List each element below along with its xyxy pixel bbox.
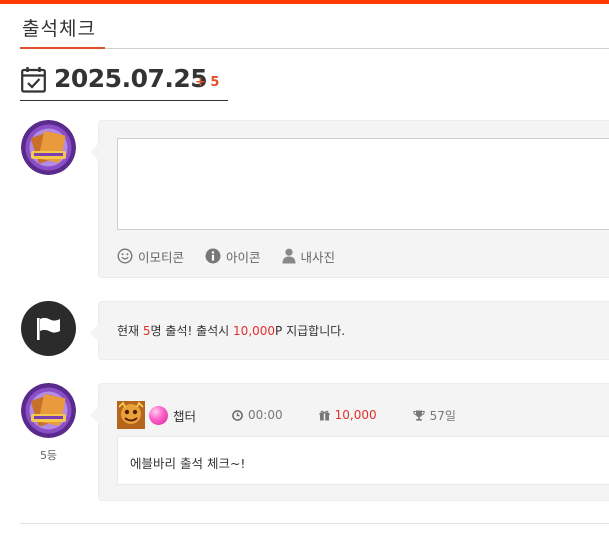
- notice-avatar: [21, 301, 76, 356]
- comment-input[interactable]: [117, 138, 609, 230]
- clock-icon: [232, 409, 243, 421]
- icon-label: 아이콘: [226, 249, 261, 265]
- attendance-notice: 현재 5명 출석! 출석시 10,000P 지급합니다.: [90, 301, 609, 360]
- entry-header: 챕터 00:00 10,000 57일: [117, 400, 492, 430]
- my-avatar: [21, 120, 76, 175]
- date-header: 2025.07.25 + 5: [20, 62, 228, 101]
- attendance-date: 2025.07.25: [54, 64, 208, 93]
- flag-icon: [37, 317, 60, 340]
- page-title: 출석체크: [22, 18, 96, 40]
- notice-text: 현재 5명 출석! 출석시 10,000P 지급합니다.: [117, 324, 346, 338]
- list-divider: [20, 523, 609, 524]
- attendance-rank: 5등: [39, 449, 58, 462]
- comment-bubble: 에블바리 출석 체크~!: [117, 436, 609, 485]
- points-value: 10,000: [334, 408, 377, 422]
- emoticon-button[interactable]: 이모티콘: [117, 247, 184, 266]
- page-header: 출석체크: [20, 4, 609, 49]
- comment-text: 에블바리 출석 체크~!: [130, 456, 246, 471]
- icon-button[interactable]: 아이콘: [205, 247, 261, 266]
- date-increment: + 5: [195, 75, 220, 90]
- smiley-icon: [117, 248, 133, 264]
- trophy-icon: [412, 410, 425, 421]
- my-photo-button[interactable]: 내사진: [282, 247, 336, 266]
- earned-points: 10,000: [319, 408, 377, 422]
- guild-emblem-avatar: [21, 120, 76, 175]
- attendance-time: 00:00: [232, 408, 283, 422]
- page-title-underline: [20, 47, 105, 49]
- pink-orb-icon: [149, 405, 168, 425]
- my-photo-label: 내사진: [300, 249, 336, 265]
- gift-icon: [319, 410, 330, 420]
- reward-points: 10,000: [233, 324, 276, 338]
- comment-composer: 이모티콘 아이콘 내사진: [90, 120, 609, 278]
- composer-toolbar: 이모티콘 아이콘 내사진: [117, 247, 356, 265]
- calendar-check-icon: [21, 67, 46, 93]
- attendee-count: 5: [142, 324, 151, 338]
- person-icon: [282, 248, 296, 264]
- attendance-streak: 57일: [412, 407, 456, 424]
- info-icon: [205, 248, 221, 264]
- emoticon-label: 이모티콘: [138, 249, 185, 265]
- user-level-icon: [117, 401, 145, 429]
- time-value: 00:00: [248, 408, 283, 422]
- streak-value: 57일: [429, 408, 456, 423]
- user-name[interactable]: 챕터: [173, 406, 196, 425]
- entry-avatar[interactable]: [21, 383, 76, 438]
- attendance-entry: 챕터 00:00 10,000 57일 에블바리 출석 체크~!: [90, 383, 609, 501]
- guild-emblem-avatar: [21, 383, 76, 438]
